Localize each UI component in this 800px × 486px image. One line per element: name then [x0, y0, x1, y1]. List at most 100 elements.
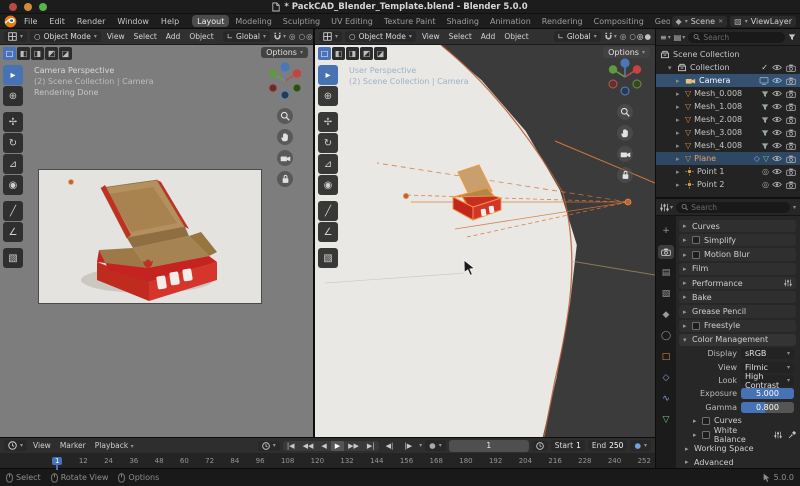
outliner-item-camera[interactable]: ▸ Camera [656, 74, 800, 87]
select-box-mode-icon[interactable]: □ [3, 47, 16, 60]
panel-curves[interactable]: ▸ Curves [679, 220, 796, 233]
display-device-dropdown[interactable]: sRGB ▾ [741, 348, 794, 360]
properties-search-input[interactable] [691, 202, 785, 212]
shading-mode-icons[interactable]: ○◎● [629, 32, 651, 41]
hide-eye-icon[interactable] [772, 142, 782, 149]
object-tab-icon[interactable]: □ [658, 350, 674, 364]
mode-dropdown[interactable]: ○ Object Mode ▾ [30, 31, 101, 42]
frame-start-field[interactable]: Start 1 [550, 440, 585, 452]
expand-icon[interactable]: ▸ [676, 142, 682, 150]
viewport-camera[interactable]: ▾ ○ Object Mode ▾ View Select Add Object ∟… [0, 29, 313, 437]
gamma-slider[interactable]: 0.800 [741, 401, 794, 413]
simplify-checkbox[interactable] [692, 236, 700, 245]
playback-sync-dropdown[interactable]: ▾ [257, 440, 280, 451]
hide-eye-icon[interactable] [772, 64, 782, 71]
viewport-canvas[interactable]: □ ◧ ◨ ◩ ◪ Options ▾ ▸ ⊕ ✢ ↻ [0, 45, 313, 437]
tab-rendering[interactable]: Rendering [537, 15, 588, 27]
viewport-menu-view[interactable]: View [419, 32, 443, 41]
scene-selector[interactable]: ◆ ▾ Scene ✕ [671, 15, 728, 27]
jump-to-end-button[interactable]: ▶| [363, 441, 379, 451]
render-tab-icon[interactable] [658, 245, 674, 259]
frame-end-field[interactable]: End 250 [587, 440, 628, 452]
subpanel-advanced[interactable]: ▸ Advanced [679, 457, 796, 468]
collection-checkbox[interactable]: ✓ [761, 63, 768, 72]
tab-layout[interactable]: Layout [192, 15, 230, 27]
view-layer-selector[interactable]: ▧ ▾ ViewLayer [730, 15, 796, 27]
select-extend-mode-icon[interactable]: ◧ [17, 47, 30, 60]
menu-help[interactable]: Help [156, 16, 184, 27]
outliner-editor-type-button[interactable]: ≡ ▾ [660, 33, 671, 42]
orientation-dropdown[interactable]: ∟ Global ▾ [222, 31, 270, 42]
outliner-editor[interactable]: ≡▾ ▤▾ Scene Collection ▾ [656, 29, 800, 197]
menu-render[interactable]: Render [72, 16, 110, 27]
select-subtract-mode-icon[interactable]: ◨ [346, 47, 359, 60]
shading-mode-icons[interactable]: ○◎● [299, 32, 313, 41]
world-tab-icon[interactable]: ◯ [658, 329, 674, 343]
white-balance-checkbox[interactable] [701, 430, 710, 439]
render-visibility-icon[interactable] [786, 64, 796, 72]
zoom-icon[interactable] [617, 104, 633, 120]
viewport-menu-add[interactable]: Add [478, 32, 499, 41]
annotate-tool-icon[interactable]: ╱ [3, 201, 23, 221]
play-reverse-button[interactable]: ◀ [317, 441, 330, 451]
blender-logo-icon[interactable] [4, 15, 17, 28]
keying-set-dropdown[interactable]: ● ▾ [425, 440, 446, 452]
panel-motion-blur[interactable]: ▸ Motion Blur [679, 248, 796, 261]
select-invert-mode-icon[interactable]: ◩ [45, 47, 58, 60]
outliner-item-mesh-3[interactable]: ▸ ▽ Mesh_3.008 [656, 126, 800, 139]
tab-sculpting[interactable]: Sculpting [278, 15, 325, 27]
cursor-tool-icon[interactable]: ⊕ [3, 86, 23, 106]
properties-editor[interactable]: ▾ ▾ + ▤ ▧ ◆ ◯ □ [656, 199, 800, 468]
panel-film[interactable]: ▸ Film [679, 262, 796, 275]
data-tab-icon[interactable]: ▽ [658, 413, 674, 427]
expand-icon[interactable]: ▸ [676, 116, 682, 124]
proportional-edit-icon[interactable]: ◎ [289, 32, 296, 41]
proportional-edit-icon[interactable]: ◎ [620, 32, 627, 41]
prev-keyframe-button[interactable]: ◀◀ [299, 441, 318, 451]
jump-to-start-button[interactable]: |◀ [283, 441, 299, 451]
expand-icon[interactable]: ▸ [676, 168, 682, 176]
move-tool-icon[interactable]: ✢ [3, 112, 23, 132]
tab-animation[interactable]: Animation [485, 15, 536, 27]
timeline-editor[interactable]: ▾ View Marker Playback ▾ ▾ |◀ ◀◀ ◀ ▶ ▶▶ … [0, 437, 655, 468]
hide-eye-icon[interactable] [772, 155, 782, 162]
eyedropper-icon[interactable] [788, 431, 796, 439]
viewport-canvas[interactable]: □ ◧ ◨ ◩ ◪ Options ▾ ▸ ⊕ ✢ ↻ [315, 45, 655, 437]
panel-grease-pencil[interactable]: ▸ Grease Pencil [679, 305, 796, 318]
render-visibility-icon[interactable] [786, 116, 796, 124]
lock-view-icon[interactable] [617, 167, 633, 183]
camera-view-icon[interactable] [617, 146, 633, 162]
timeline-menu-playback[interactable]: Playback ▾ [92, 441, 137, 450]
scene-tab-icon[interactable]: ◆ [658, 308, 674, 322]
panel-bake[interactable]: ▸ Bake [679, 291, 796, 304]
expand-icon[interactable]: ▸ [676, 103, 682, 111]
hide-eye-icon[interactable] [772, 129, 782, 136]
use-preview-range-button[interactable] [531, 440, 548, 451]
snap-magnet-icon[interactable]: ▾ [273, 32, 286, 41]
outliner-item-point-2[interactable]: ▸ Point 2 ◎ [656, 178, 800, 191]
viewport-menu-view[interactable]: View [104, 32, 128, 41]
look-dropdown[interactable]: High Contrast ▾ [741, 372, 794, 390]
tool-tab-icon[interactable]: + [658, 224, 674, 238]
frame-step-back-button[interactable]: ◀| [382, 441, 398, 451]
hide-eye-icon[interactable] [772, 168, 782, 175]
select-intersect-mode-icon[interactable]: ◪ [374, 47, 387, 60]
editor-type-button[interactable]: ▾ [4, 440, 28, 452]
tab-shading[interactable]: Shading [441, 15, 484, 27]
playback-popover-chevron[interactable]: ▾ [419, 442, 422, 449]
pan-hand-icon[interactable] [617, 125, 633, 141]
physics-tab-icon[interactable]: ∿ [658, 392, 674, 406]
hide-eye-icon[interactable] [772, 103, 782, 110]
tab-compositing[interactable]: Compositing [589, 15, 649, 27]
scale-tool-icon[interactable]: ⊿ [3, 154, 23, 174]
measure-tool-icon[interactable]: ∠ [3, 222, 23, 242]
select-box-mode-icon[interactable]: □ [318, 47, 331, 60]
outliner-item-point-1[interactable]: ▸ Point 1 ◎ [656, 165, 800, 178]
hide-eye-icon[interactable] [772, 116, 782, 123]
subpanel-white-balance[interactable]: ▸ White Balance [679, 426, 796, 444]
scale-tool-icon[interactable]: ⊿ [318, 154, 338, 174]
outliner-scene-collection[interactable]: Scene Collection [656, 48, 800, 61]
annotate-tool-icon[interactable]: ╱ [318, 201, 338, 221]
render-visibility-icon[interactable] [786, 90, 796, 98]
viewport-menu-object[interactable]: Object [501, 32, 531, 41]
